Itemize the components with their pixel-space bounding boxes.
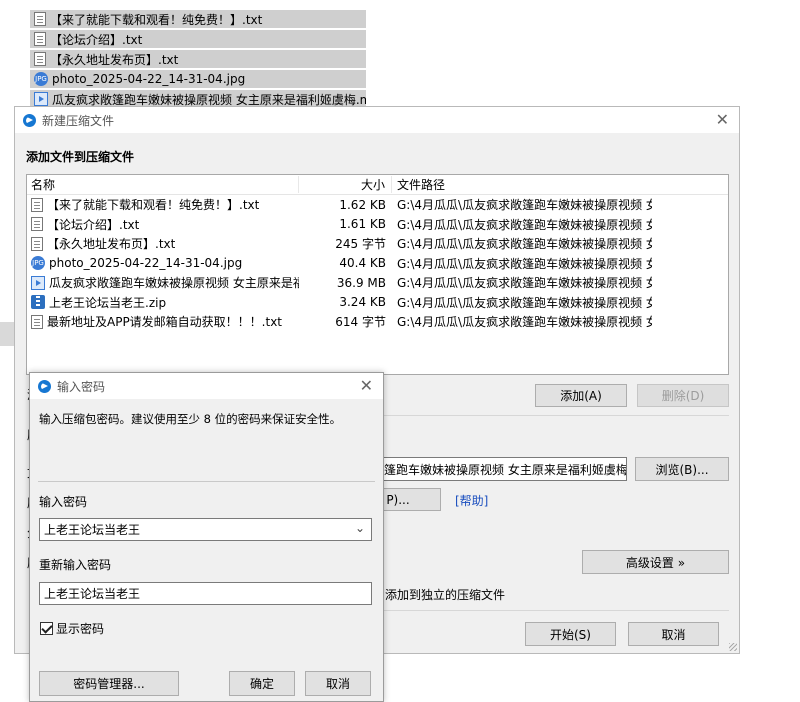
- password-titlebar[interactable]: 输入密码 ✕: [30, 373, 383, 399]
- app-logo-icon: [38, 379, 51, 393]
- confirm-password-label: 重新输入密码: [39, 558, 112, 572]
- file-list[interactable]: 名称 大小 文件路径 【来了就能下载和观看！纯免费！】.txt 1.62 KB G:…: [26, 174, 729, 375]
- file-name-cell: JPG photo_2025-04-22_14-31-04.jpg: [27, 256, 299, 271]
- background-file-name: 【来了就能下载和观看！纯免费！】.txt: [50, 12, 263, 27]
- background-file-item[interactable]: 【论坛介绍】.txt: [30, 30, 366, 48]
- start-button[interactable]: 开始(S): [525, 622, 616, 646]
- image-file-icon: JPG: [34, 72, 48, 86]
- close-icon[interactable]: ✕: [716, 110, 729, 129]
- password-label: 输入密码: [39, 495, 88, 509]
- password-value: 上老王论坛当老王: [44, 523, 141, 537]
- file-name-cell: 【论坛介绍】.txt: [27, 216, 299, 233]
- column-header-size[interactable]: 大小: [299, 176, 392, 193]
- file-list-row[interactable]: 【永久地址发布页】.txt 245 字节 G:\4月瓜瓜\瓜友疯求敞篷跑车嫩妹被操原…: [27, 234, 728, 254]
- text-file-icon: [34, 52, 46, 66]
- cancel-button[interactable]: 取消: [305, 671, 371, 696]
- delete-button[interactable]: 删除(D): [637, 384, 729, 407]
- separator: [375, 415, 729, 416]
- background-file-name: 【永久地址发布页】.txt: [50, 52, 179, 67]
- background-file-name: 【论坛介绍】.txt: [50, 32, 143, 47]
- text-file-icon: [34, 32, 46, 46]
- file-name-cell: 最新地址及APP请发邮箱自动获取！！！.txt: [27, 313, 299, 330]
- password-input[interactable]: 上老王论坛当老王 ⌄: [39, 518, 372, 541]
- file-name: photo_2025-04-22_14-31-04.jpg: [49, 256, 243, 271]
- background-file-item[interactable]: JPG photo_2025-04-22_14-31-04.jpg: [30, 70, 366, 88]
- column-header-name[interactable]: 名称: [27, 176, 299, 193]
- archive-path-input[interactable]: 篷跑车嫩妹被操原视频 女主原来是福利姬虞梅.7z: [365, 457, 627, 481]
- file-list-row[interactable]: 最新地址及APP请发邮箱自动获取！！！.txt 614 字节 G:\4月瓜瓜\瓜友疯…: [27, 312, 728, 332]
- background-file-name: photo_2025-04-22_14-31-04.jpg: [52, 72, 246, 86]
- file-size-cell: 36.9 MB: [336, 275, 386, 290]
- file-path-cell: G:\4月瓜瓜\瓜友疯求敞篷跑车嫩妹被操原视频 女...: [397, 315, 652, 330]
- file-list-row[interactable]: 上老王论坛当老王.zip 3.24 KB G:\4月瓜瓜\瓜友疯求敞篷跑车嫩妹被操原…: [27, 293, 728, 313]
- app-logo-icon: [23, 113, 36, 127]
- video-file-icon: [34, 92, 48, 106]
- chevron-down-icon[interactable]: ⌄: [355, 521, 365, 535]
- file-size-cell: 3.24 KB: [339, 295, 386, 310]
- password-manager-button[interactable]: 密码管理器...: [39, 671, 179, 696]
- separate-archive-option-label[interactable]: 添加到独立的压缩文件: [385, 586, 505, 603]
- file-name: 【来了就能下载和观看！纯免费！】.txt: [47, 198, 260, 213]
- show-password-checkbox[interactable]: [40, 622, 53, 635]
- file-name-cell: 【永久地址发布页】.txt: [27, 235, 299, 252]
- ok-button[interactable]: 确定: [229, 671, 295, 696]
- file-name: 上老王论坛当老王.zip: [49, 295, 167, 310]
- file-path-cell: G:\4月瓜瓜\瓜友疯求敞篷跑车嫩妹被操原视频 女...: [397, 237, 652, 252]
- file-name-cell: 瓜友疯求敞篷跑车嫩妹被操原视频 女主原来是福...: [27, 274, 299, 291]
- file-name: 【永久地址发布页】.txt: [47, 237, 176, 252]
- add-button[interactable]: 添加(A): [535, 384, 627, 407]
- background-file-item[interactable]: 【永久地址发布页】.txt: [30, 50, 366, 68]
- help-link[interactable]: [帮助]: [455, 492, 488, 509]
- file-name-cell: 【来了就能下载和观看！纯免费！】.txt: [27, 196, 299, 213]
- separator: [38, 481, 375, 482]
- file-path-cell: G:\4月瓜瓜\瓜友疯求敞篷跑车嫩妹被操原视频 女...: [397, 276, 652, 291]
- advanced-settings-button[interactable]: 高级设置 »: [582, 550, 729, 574]
- separator: [375, 610, 729, 611]
- text-file-icon: [31, 236, 43, 251]
- background-sliver: [0, 322, 14, 346]
- file-size-cell: 245 字节: [335, 237, 386, 252]
- section-label: 添加文件到压缩文件: [26, 150, 135, 164]
- column-header-path[interactable]: 文件路径: [392, 176, 652, 193]
- file-size-cell: 40.4 KB: [339, 256, 386, 271]
- cancel-button[interactable]: 取消: [628, 622, 719, 646]
- text-file-icon: [31, 314, 43, 329]
- main-dialog-title: 新建压缩文件: [42, 113, 115, 128]
- resize-grip-icon[interactable]: [729, 643, 737, 651]
- main-titlebar[interactable]: 新建压缩文件 ✕: [15, 107, 739, 133]
- background-file-name: 瓜友疯求敞篷跑车嫩妹被操原视频 女主原来是福利姬虞梅.mp4: [52, 92, 366, 107]
- file-name-cell: 上老王论坛当老王.zip: [27, 294, 299, 311]
- text-file-icon: [31, 197, 43, 212]
- password-hint: 输入压缩包密码。建议使用至少 8 位的密码来保证安全性。: [39, 412, 342, 426]
- file-list-row[interactable]: 【论坛介绍】.txt 1.61 KB G:\4月瓜瓜\瓜友疯求敞篷跑车嫩妹被操原视频…: [27, 215, 728, 235]
- close-icon[interactable]: ✕: [360, 376, 373, 395]
- file-path-cell: G:\4月瓜瓜\瓜友疯求敞篷跑车嫩妹被操原视频 女...: [397, 198, 652, 213]
- browse-button[interactable]: 浏览(B)...: [635, 457, 729, 481]
- video-file-icon: [31, 275, 45, 290]
- file-size-cell: 1.61 KB: [339, 217, 386, 232]
- background-file-list: 【来了就能下载和观看！纯免费！】.txt 【论坛介绍】.txt 【永久地址发布页】.…: [30, 10, 366, 110]
- file-name: 瓜友疯求敞篷跑车嫩妹被操原视频 女主原来是福...: [49, 276, 299, 291]
- file-size-cell: 1.62 KB: [339, 197, 386, 212]
- file-list-row[interactable]: 【来了就能下载和观看！纯免费！】.txt 1.62 KB G:\4月瓜瓜\瓜友疯求敞…: [27, 195, 728, 215]
- file-list-header: 名称 大小 文件路径: [27, 175, 728, 195]
- image-file-icon: JPG: [31, 256, 45, 271]
- file-name: 最新地址及APP请发邮箱自动获取！！！.txt: [47, 315, 283, 330]
- show-password-option[interactable]: 显示密码: [40, 620, 104, 637]
- password-dialog-title: 输入密码: [57, 379, 106, 394]
- file-path-cell: G:\4月瓜瓜\瓜友疯求敞篷跑车嫩妹被操原视频 女...: [397, 256, 652, 271]
- file-path-cell: G:\4月瓜瓜\瓜友疯求敞篷跑车嫩妹被操原视频 女...: [397, 217, 652, 232]
- file-list-row[interactable]: JPG photo_2025-04-22_14-31-04.jpg 40.4 KB G…: [27, 254, 728, 274]
- file-size-cell: 614 字节: [335, 315, 386, 330]
- file-name: 【论坛介绍】.txt: [47, 217, 140, 232]
- text-file-icon: [34, 12, 46, 26]
- show-password-label: 显示密码: [56, 622, 105, 636]
- confirm-password-input[interactable]: 上老王论坛当老王: [39, 582, 372, 605]
- background-file-item[interactable]: 【来了就能下载和观看！纯免费！】.txt: [30, 10, 366, 28]
- zip-file-icon: [31, 295, 45, 310]
- password-dialog: 输入密码 ✕ 输入压缩包密码。建议使用至少 8 位的密码来保证安全性。 输入密码…: [29, 372, 384, 702]
- text-file-icon: [31, 217, 43, 232]
- file-path-cell: G:\4月瓜瓜\瓜友疯求敞篷跑车嫩妹被操原视频 女...: [397, 295, 652, 310]
- file-list-row[interactable]: 瓜友疯求敞篷跑车嫩妹被操原视频 女主原来是福... 36.9 MB G:\4月瓜瓜\…: [27, 273, 728, 293]
